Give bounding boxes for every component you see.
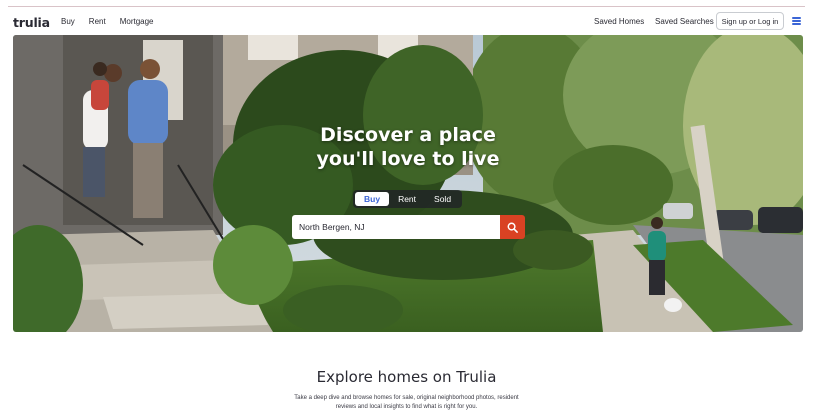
- site-header: trulia Buy Rent Mortgage Saved Homes Sav…: [0, 9, 813, 34]
- nav-rent-link[interactable]: Rent: [89, 17, 106, 26]
- nav-mortgage-link[interactable]: Mortgage: [120, 17, 154, 26]
- nav-buy-link[interactable]: Buy: [61, 17, 75, 26]
- trulia-logo[interactable]: trulia: [13, 15, 50, 30]
- location-search-bar: [292, 215, 525, 239]
- tab-sold[interactable]: Sold: [425, 192, 460, 206]
- explore-description-line1: Take a deep dive and browse homes for sa…: [294, 395, 519, 401]
- explore-heading: Explore homes on Trulia: [316, 368, 497, 386]
- search-button[interactable]: [500, 215, 525, 239]
- hero-headline: Discover a place you'll love to live: [13, 123, 803, 171]
- saved-homes-link[interactable]: Saved Homes: [594, 17, 644, 26]
- signup-login-button[interactable]: Sign up or Log in: [716, 12, 784, 30]
- search-icon: [507, 222, 518, 233]
- primary-nav: Buy Rent Mortgage: [61, 17, 154, 26]
- top-divider: [8, 6, 805, 7]
- explore-description: Take a deep dive and browse homes for sa…: [0, 394, 813, 412]
- hamburger-menu-icon[interactable]: [792, 17, 801, 25]
- hero-photo: [13, 35, 803, 332]
- tab-buy[interactable]: Buy: [355, 192, 390, 206]
- hero-headline-line1: Discover a place: [320, 124, 496, 146]
- hero-headline-line2: you'll love to live: [316, 148, 500, 170]
- search-type-tabs: Buy Rent Sold: [353, 190, 463, 208]
- explore-description-line2: reviews and local insights to find what …: [335, 404, 478, 410]
- tab-rent[interactable]: Rent: [389, 192, 425, 206]
- location-search-input[interactable]: [292, 215, 500, 239]
- saved-searches-link[interactable]: Saved Searches: [655, 17, 714, 26]
- hero-banner: Discover a place you'll love to live Buy…: [13, 35, 803, 332]
